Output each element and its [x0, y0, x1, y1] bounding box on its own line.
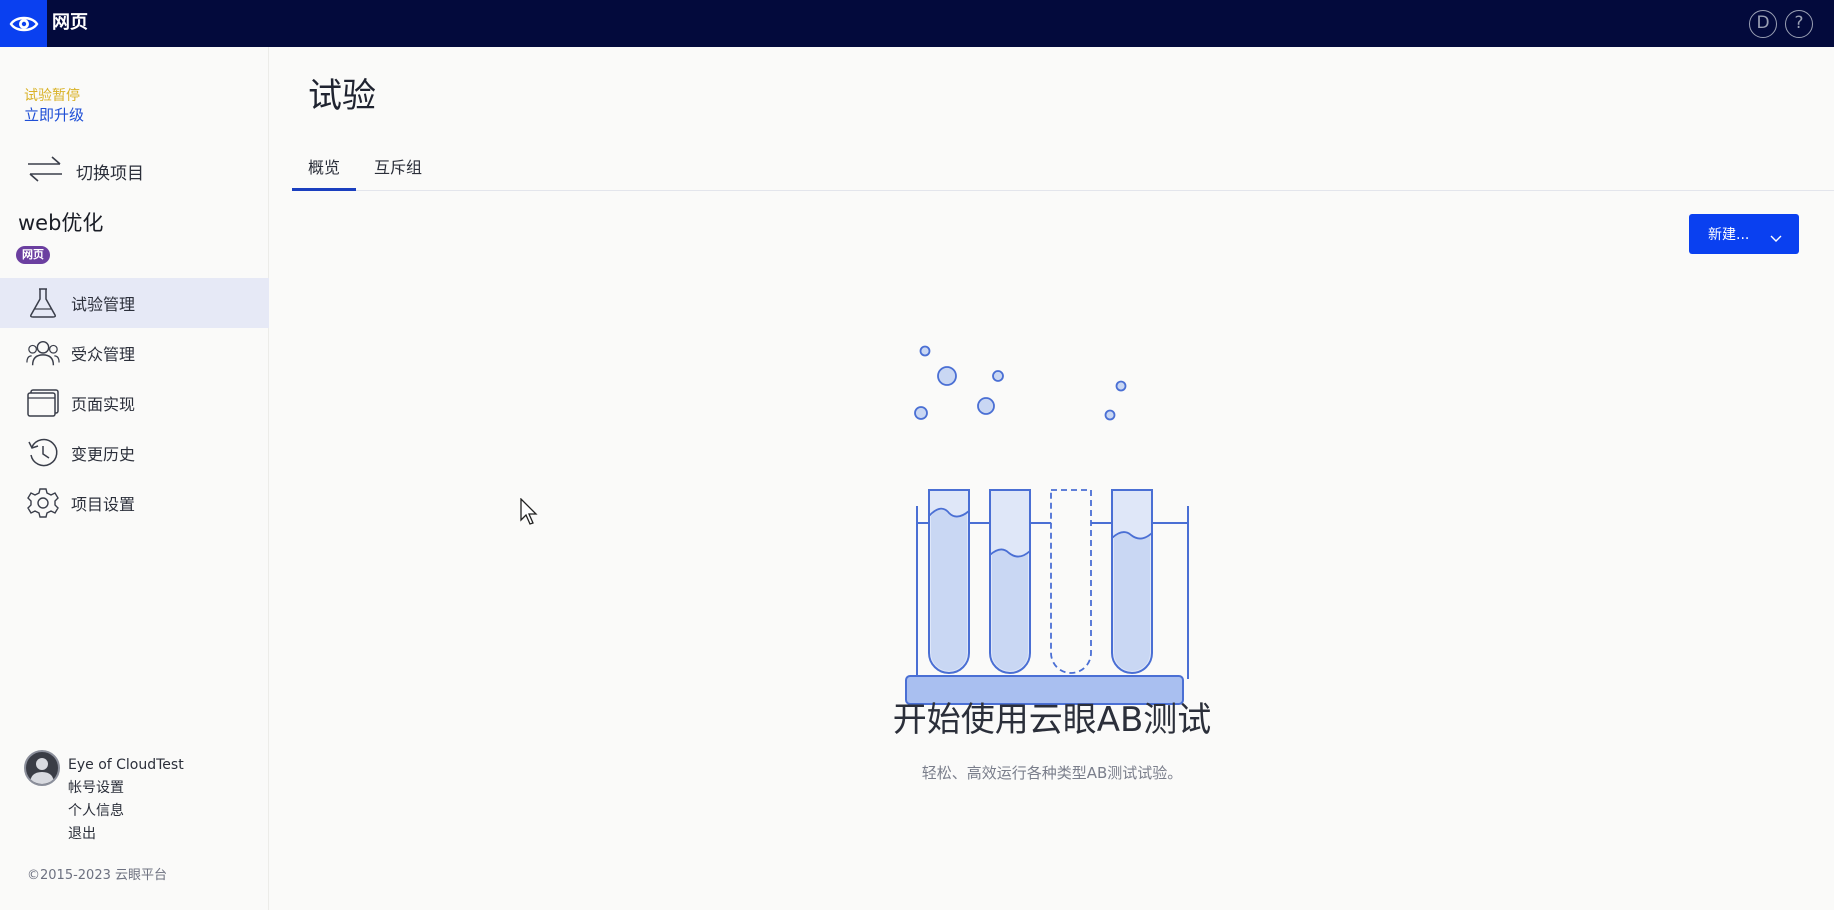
empty-state-subtitle: 轻松、高效运行各种类型AB测试试验。 [921, 764, 1183, 782]
app-title: 网页 [52, 12, 88, 33]
sidebar: 试验暂停 立即升级 切换项目 web优化 网页 试验管理 受众管理 页面实现 变… [0, 47, 269, 910]
tab-bar: 概览 互斥组 [292, 147, 1834, 191]
upgrade-link[interactable]: 立即升级 [24, 106, 84, 124]
copyright: ©2015-2023 云眼平台 [27, 868, 167, 883]
trial-status: 试验暂停 [24, 88, 80, 104]
new-experiment-button[interactable]: 新建... [1689, 214, 1799, 254]
browser-window-icon [26, 386, 60, 420]
sidebar-item-label: 受众管理 [71, 345, 136, 364]
eye-logo-icon[interactable] [0, 0, 47, 47]
history-icon [26, 436, 60, 470]
sidebar-item-label: 试验管理 [71, 295, 136, 314]
project-type-badge: 网页 [16, 246, 50, 264]
sidebar-item-project-settings[interactable]: 项目设置 [0, 478, 269, 528]
switch-project-button[interactable]: 切换项目 [26, 155, 144, 187]
account-settings-link[interactable]: 帐号设置 [68, 780, 124, 797]
help-icon[interactable]: ? [1785, 10, 1813, 38]
sidebar-item-label: 项目设置 [71, 495, 136, 514]
audience-icon [26, 336, 60, 370]
test-tubes-illustration [905, 343, 1201, 719]
sidebar-item-change-history[interactable]: 变更历史 [0, 428, 269, 478]
gear-icon [26, 486, 60, 520]
sidebar-item-label: 页面实现 [71, 395, 136, 414]
new-button-label: 新建... [1708, 227, 1750, 243]
sidebar-item-audiences[interactable]: 受众管理 [0, 328, 269, 378]
flask-icon [26, 286, 60, 320]
profile-link[interactable]: 个人信息 [68, 803, 124, 820]
switch-project-label: 切换项目 [76, 163, 144, 184]
sidebar-item-page-implementation[interactable]: 页面实现 [0, 378, 269, 428]
empty-state-title: 开始使用云眼AB测试 [892, 700, 1212, 740]
user-avatar-icon[interactable]: D [1749, 10, 1777, 38]
sidebar-item-experiments[interactable]: 试验管理 [0, 278, 269, 328]
switch-arrows-icon [26, 154, 64, 188]
top-bar: 网页 D ? [0, 0, 1834, 47]
logout-link[interactable]: 退出 [68, 826, 96, 843]
main-content: 试验 概览 互斥组 新建... 开始使用云眼AB测试 轻松、高效运行各种类型AB… [270, 47, 1834, 910]
avatar[interactable] [24, 750, 60, 786]
tab-overview[interactable]: 概览 [292, 147, 356, 191]
tab-mutex-groups[interactable]: 互斥组 [366, 147, 430, 191]
project-name: web优化 [18, 211, 104, 235]
user-name: Eye of CloudTest [68, 757, 184, 773]
sidebar-item-label: 变更历史 [71, 445, 136, 464]
mouse-cursor-icon [520, 497, 540, 530]
page-title: 试验 [308, 76, 376, 116]
chevron-down-icon [1770, 228, 1782, 247]
